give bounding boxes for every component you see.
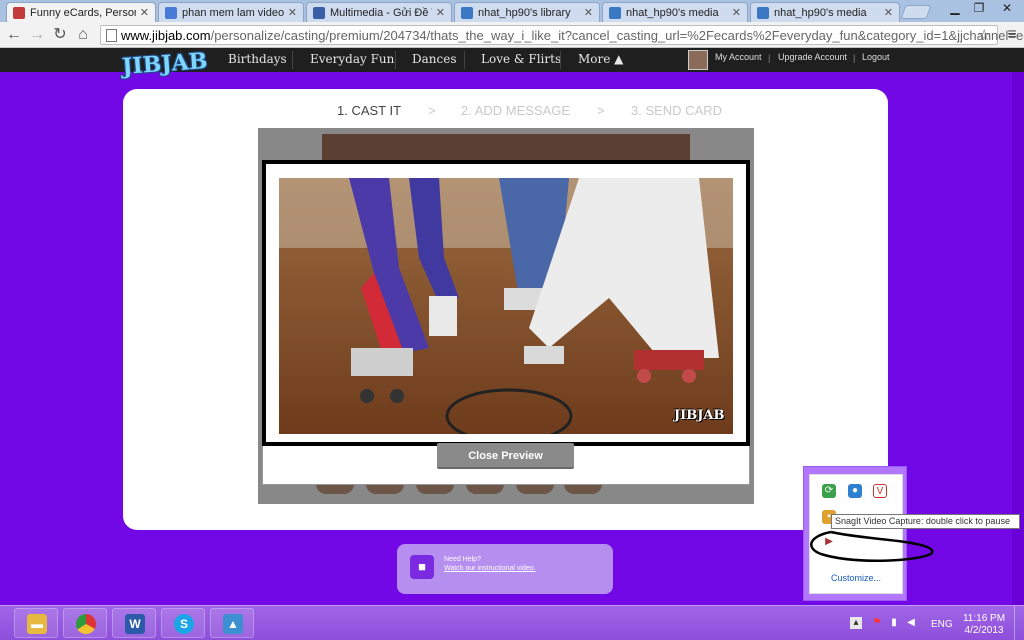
nav-everyday-fun[interactable]: Everyday Fun	[310, 48, 394, 72]
tab-label: Multimedia - Gửi Đề Tài	[330, 6, 432, 19]
avatar[interactable]	[688, 50, 708, 70]
skype-icon: S	[174, 614, 194, 634]
menu-icon[interactable]: ≡	[1002, 25, 1022, 45]
upgrade-account-link[interactable]: Upgrade Account	[778, 52, 847, 62]
nav-divider	[292, 51, 293, 69]
account-divider: |	[853, 53, 856, 63]
close-tab-icon[interactable]: ✕	[436, 6, 445, 19]
tab-strip: Funny eCards, Personaliz ✕ phan mem lam …	[0, 0, 1024, 22]
tab-label: nhat_hp90's library	[478, 6, 571, 19]
step-add-message: 2. ADD MESSAGE	[461, 103, 571, 118]
taskbar-file-explorer[interactable]: ▬	[14, 608, 58, 638]
close-tab-icon[interactable]: ✕	[884, 6, 893, 19]
photobucket-favicon-icon	[757, 6, 769, 19]
tab-media-2[interactable]: nhat_hp90's media ✕	[750, 2, 900, 22]
forward-icon[interactable]: →	[27, 25, 47, 45]
my-account-link[interactable]: My Account	[715, 52, 762, 62]
help-title: Need Help?	[444, 556, 481, 563]
bookmark-star-icon[interactable]: ☆	[978, 26, 991, 44]
address-bar[interactable]: www.jibjab.com/personalize/casting/premi…	[100, 25, 1024, 45]
folder-icon: ▬	[27, 614, 47, 634]
video-camera-icon: ■	[410, 555, 434, 579]
taskbar-photo-viewer[interactable]: ▲	[210, 608, 254, 638]
url-text: www.jibjab.com/personalize/casting/premi…	[121, 28, 1024, 43]
close-preview-button[interactable]: Close Preview	[437, 443, 574, 469]
network-globe-icon[interactable]: ●	[848, 484, 862, 498]
clock-time: 11:16 PM	[962, 613, 1006, 624]
tab-library[interactable]: nhat_hp90's library ✕	[454, 2, 600, 22]
video-frame-image	[279, 178, 733, 434]
page-icon	[106, 29, 117, 42]
chrome-icon	[76, 614, 96, 634]
taskbar-skype[interactable]: S	[161, 608, 205, 638]
taskbar-chrome[interactable]	[63, 608, 107, 638]
tab-label: Funny eCards, Personaliz	[30, 6, 136, 19]
restore-button[interactable]: ❐	[966, 0, 992, 18]
hand-drawn-circle-annotation	[810, 530, 934, 563]
photobucket-favicon-icon	[609, 6, 621, 19]
show-hidden-icons-icon[interactable]: ▴	[850, 617, 862, 629]
nav-more[interactable]: More ▲	[578, 48, 623, 72]
tab-label: nhat_hp90's media	[774, 6, 867, 19]
reload-icon[interactable]: ↻	[50, 25, 70, 45]
photo-viewer-icon: ▲	[223, 614, 243, 634]
taskbar-word[interactable]: W	[112, 608, 156, 638]
show-desktop-button[interactable]	[1014, 606, 1024, 640]
tab-jibjab[interactable]: Funny eCards, Personaliz ✕	[6, 2, 156, 22]
minimize-button[interactable]: ▁	[942, 0, 968, 18]
photobucket-favicon-icon	[461, 6, 473, 19]
clock-date: 4/2/2013	[964, 625, 1004, 636]
url-path: /personalize/casting/premium/204734/that…	[210, 28, 1024, 43]
step-separator: >	[428, 103, 436, 118]
close-window-button[interactable]: ✕	[992, 0, 1022, 18]
language-indicator[interactable]: ENG	[931, 619, 953, 630]
nav-divider	[395, 51, 396, 69]
google-favicon-icon	[165, 6, 177, 19]
step-cast-it: 1. CAST IT	[337, 103, 402, 118]
network-icon[interactable]: ▮	[888, 617, 900, 629]
jibjab-logo[interactable]: JIBJAB	[121, 48, 208, 80]
volume-icon[interactable]: ◀	[905, 617, 917, 629]
video-watermark: JIBJAB	[674, 408, 725, 423]
forum-favicon-icon	[313, 6, 325, 19]
nav-divider	[464, 51, 465, 69]
tab-media-1[interactable]: nhat_hp90's media ✕	[602, 2, 748, 22]
back-icon[interactable]: ←	[4, 25, 24, 45]
customize-link[interactable]: Customize...	[831, 573, 881, 583]
close-tab-icon[interactable]: ✕	[288, 6, 297, 19]
word-icon: W	[125, 614, 145, 634]
url-host: www.jibjab.com	[121, 28, 211, 43]
browser-toolbar: ← → ↻ ⌂ www.jibjab.com/personalize/casti…	[0, 22, 1024, 48]
antivirus-icon[interactable]: V	[873, 484, 887, 498]
nav-divider	[560, 51, 561, 69]
step-separator: >	[597, 103, 605, 118]
close-tab-icon[interactable]: ✕	[584, 6, 593, 19]
close-tab-icon[interactable]: ✕	[732, 6, 741, 19]
step-send-card: 3. SEND CARD	[631, 103, 723, 118]
system-clock[interactable]: 11:16 PM 4/2/2013	[962, 613, 1006, 637]
logout-link[interactable]: Logout	[862, 52, 890, 62]
account-divider: |	[768, 53, 771, 63]
tab-multimedia[interactable]: Multimedia - Gửi Đề Tài ✕	[306, 2, 452, 22]
video-player[interactable]	[279, 178, 733, 434]
home-icon[interactable]: ⌂	[73, 25, 93, 45]
close-tab-icon[interactable]: ✕	[140, 6, 149, 19]
new-tab-button[interactable]	[900, 5, 932, 19]
tab-label: nhat_hp90's media	[626, 6, 719, 19]
jibjab-favicon-icon	[13, 6, 25, 19]
tab-google-search[interactable]: phan mem lam video ha ✕	[158, 2, 304, 22]
nav-dances[interactable]: Dances	[412, 48, 456, 72]
instructional-video-link[interactable]: Watch our instructional video.	[444, 565, 536, 572]
nav-love-flirts[interactable]: Love & Flirts	[481, 48, 561, 72]
tab-label: phan mem lam video ha	[182, 6, 284, 19]
action-center-flag-icon[interactable]: ⚑	[871, 617, 883, 629]
nav-birthdays[interactable]: Birthdays	[228, 48, 287, 72]
sync-icon[interactable]: ⟳	[822, 484, 836, 498]
